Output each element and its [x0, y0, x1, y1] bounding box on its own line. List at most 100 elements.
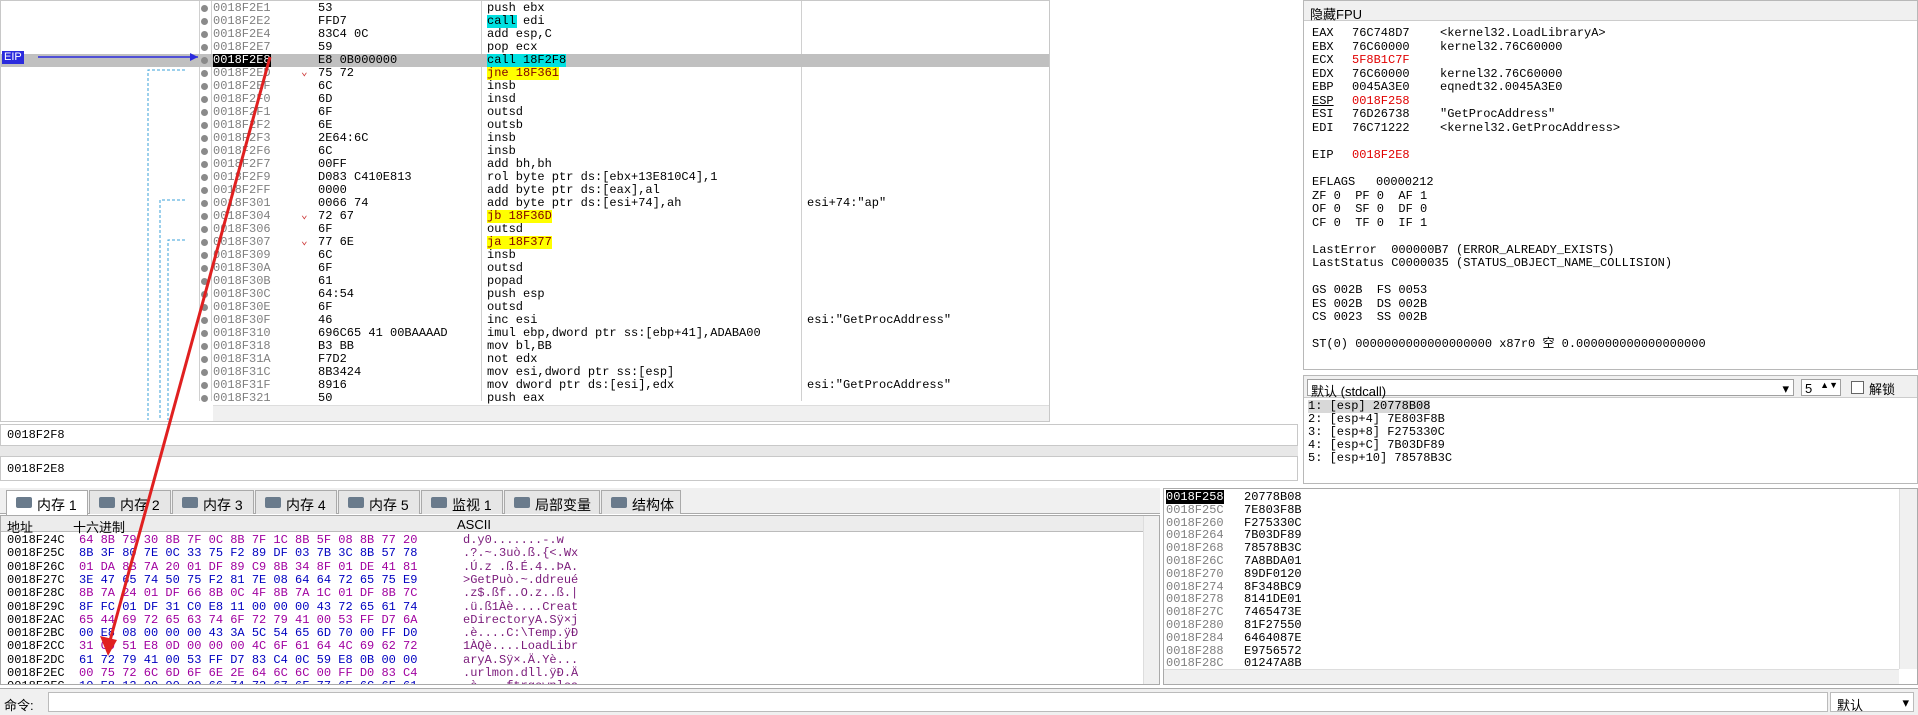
register-value[interactable]: 76D26738	[1352, 108, 1410, 122]
hide-fpu-button[interactable]: 隐藏FPU	[1310, 7, 1362, 22]
eflags-value[interactable]: 00000212	[1376, 176, 1434, 190]
memory-icon	[265, 497, 281, 508]
tab-label: 结构体	[632, 497, 674, 513]
dump-hex: 31 C0 51 E8 0D 00 00 00 4C 6F 61 64 4C 6…	[79, 639, 418, 654]
tab-label: 监视 1	[452, 497, 492, 513]
eflags-label: EFLAGS	[1312, 175, 1356, 189]
tab-3[interactable]: 内存 3	[172, 490, 254, 514]
segment-row-3: CS 0023 SS 002B	[1312, 310, 1428, 324]
struct-icon	[611, 497, 627, 508]
register-name: ECX	[1312, 53, 1334, 67]
call-argument-row[interactable]: 5: [esp+10] 78578B3C	[1308, 452, 1452, 465]
lock-label: 解锁	[1869, 382, 1896, 397]
variable-icon	[514, 497, 530, 508]
dump-hex: 8F FC 01 DF 31 C0 E8 11 00 00 00 43 72 6…	[79, 599, 418, 614]
dump-ascii: >GetPuò.~.ddreué	[463, 572, 579, 587]
calling-convention-select[interactable]: 默认 (stdcall) ▾	[1307, 379, 1794, 399]
tab-label: 内存 3	[203, 497, 243, 513]
dump-address: 0018F2CC	[7, 639, 65, 654]
dump-address: 0018F26C	[7, 559, 65, 574]
lock-checkbox[interactable]	[1851, 381, 1864, 394]
register-name: EAX	[1312, 26, 1334, 40]
dump-address: 0018F27C	[7, 572, 65, 587]
tab-label: 内存 4	[286, 497, 326, 513]
register-description: <kernel32.GetProcAddress>	[1440, 120, 1621, 135]
tab-8[interactable]: 结构体	[601, 490, 681, 514]
segment-row-1: GS 002B FS 0053	[1312, 283, 1428, 297]
dump-hex: 65 44 69 72 65 63 74 6F 72 79 41 00 53 F…	[79, 612, 418, 627]
dump-address: 0018F2DC	[7, 652, 65, 667]
dump-ascii: .ü.ß1Àè....Creat	[463, 599, 579, 614]
memory-icon	[348, 497, 364, 508]
dump-address: 0018F24C	[7, 533, 65, 547]
tab-2[interactable]: 内存 2	[89, 490, 171, 514]
command-label: 命令:	[4, 698, 34, 713]
memory-icon	[99, 497, 115, 508]
stack-value: 7E803F8B	[1244, 502, 1302, 517]
command-bar: 命令: 默认 ▾	[0, 688, 1918, 715]
register-description: <kernel32.LoadLibraryA>	[1440, 26, 1606, 40]
dump-hex: 01 DA 8B 7A 20 01 DF 89 C9 8B 34 8F 01 D…	[79, 559, 418, 574]
last-status: LastStatus C0000035 (STATUS_OBJECT_NAME_…	[1312, 256, 1673, 270]
register-value[interactable]: 76C71222	[1352, 121, 1410, 136]
call-arguments-panel[interactable]: 默认 (stdcall) ▾ 5 ▲▼ 解锁 1: [esp] 20778B08…	[1303, 375, 1918, 484]
flags-row-2: OF 0 SF 0 DF 0	[1312, 202, 1428, 216]
stack-horizontal-scrollbar[interactable]	[1164, 669, 1899, 684]
tab-7[interactable]: 局部变量	[504, 490, 600, 514]
command-mode-select[interactable]: 默认 ▾	[1830, 692, 1914, 713]
dump-hex: 64 8B 79 30 8B 7F 0C 8B 7F 1C 8B 5F 08 8…	[79, 533, 418, 547]
dump-ascii: .?.~.3uò.ß.{<.Wx	[463, 546, 579, 561]
dump-ascii: .è....ftrgownloa	[463, 680, 578, 684]
dump-ascii: aryA.Sÿ×.Ä.Yè...	[463, 652, 579, 667]
chevron-down-icon: ▾	[1782, 381, 1789, 396]
jump-line-jb	[159, 199, 185, 420]
register-value[interactable]: 0045A3E0	[1352, 81, 1410, 95]
stack-view-panel[interactable]: 0018F258 20778B08 0018F25C 7E803F8B 0018F260…	[1163, 488, 1918, 685]
memory-icon	[16, 497, 32, 508]
fpu-st0: ST(0) 0000000000000000000 x87r0 空 0.0000…	[1312, 337, 1706, 351]
status-address-bar: 0018F2E8	[0, 456, 1298, 481]
dump-ascii: eDirectoryA.Sÿ×j	[463, 612, 579, 627]
tab-label: 内存 1	[37, 497, 77, 513]
memory-dump-panel[interactable]: 地址 十六进制 ASCII 0018F24C 64 8B 79 30 8B 7F …	[0, 515, 1160, 685]
register-name: EBP	[1312, 80, 1334, 94]
register-name: EDI	[1312, 120, 1334, 135]
dump-hex: 3E 47 65 74 50 75 F2 81 7E 08 64 64 72 6…	[79, 572, 418, 587]
argument-count-spinner[interactable]: 5 ▲▼	[1801, 379, 1841, 396]
stack-vertical-scrollbar[interactable]	[1899, 489, 1917, 669]
dump-header-ascii: ASCII	[457, 517, 491, 532]
dump-ascii: d.y0.......-.w	[463, 533, 572, 547]
tab-6[interactable]: 监视 1	[421, 490, 503, 514]
dump-address: 0018F25C	[7, 546, 65, 561]
dump-address: 0018F2BC	[7, 626, 65, 641]
dump-ascii: .urlmon.dll.ÿÐ.Ä	[463, 666, 579, 680]
dump-ascii: .z$.ßf..O.z..ß.|	[463, 586, 579, 601]
registers-header[interactable]: 隐藏FPU	[1304, 1, 1917, 22]
register-name: ESI	[1312, 107, 1334, 121]
dump-ascii: 1ÀQè....LoadLibr	[463, 639, 579, 654]
spinner-arrows-icon: ▲▼	[1820, 380, 1838, 390]
tab-1[interactable]: 内存 1	[6, 490, 88, 515]
splitter[interactable]	[0, 446, 1298, 456]
flags-row-3: CF 0 TF 0 IF 1	[1312, 215, 1428, 230]
dump-vertical-scrollbar[interactable]	[1143, 516, 1159, 684]
dump-hex: 8B 7A 24 01 DF 66 8B 0C 4F 8B 7A 1C 01 D…	[79, 586, 418, 601]
tab-label: 内存 2	[120, 497, 160, 513]
dump-address: 0018F2EC	[7, 666, 65, 680]
tab-label: 局部变量	[535, 497, 591, 513]
tab-4[interactable]: 内存 4	[255, 490, 337, 514]
command-input[interactable]	[48, 692, 1828, 712]
dump-hex: 10 E8 13 00 00 00 66 74 72 67 6F 77 6E 6…	[79, 680, 417, 684]
dump-row[interactable]: 0018F2FC 10 E8 13 00 00 00 66 74 72 67 6F…	[7, 680, 578, 684]
register-description: "GetProcAddress"	[1440, 107, 1556, 121]
registers-panel[interactable]: 隐藏FPU EAX 76C748D7 <kernel32.LoadLibraryA>…	[1303, 0, 1918, 370]
dump-hex: 61 72 79 41 00 53 FF D7 83 C4 0C 59 E8 0…	[79, 652, 418, 667]
watch-icon	[431, 497, 447, 508]
jump-line-jne	[147, 69, 185, 420]
eip-register-value[interactable]: 0018F2E8	[1352, 149, 1410, 163]
stack-value: 6464087E	[1244, 630, 1302, 645]
register-value[interactable]: 5F8B1C7F	[1352, 54, 1410, 68]
register-description: kernel32.76C60000	[1440, 39, 1563, 54]
register-value[interactable]: 76C748D7	[1352, 27, 1410, 41]
tab-5[interactable]: 内存 5	[338, 490, 420, 514]
